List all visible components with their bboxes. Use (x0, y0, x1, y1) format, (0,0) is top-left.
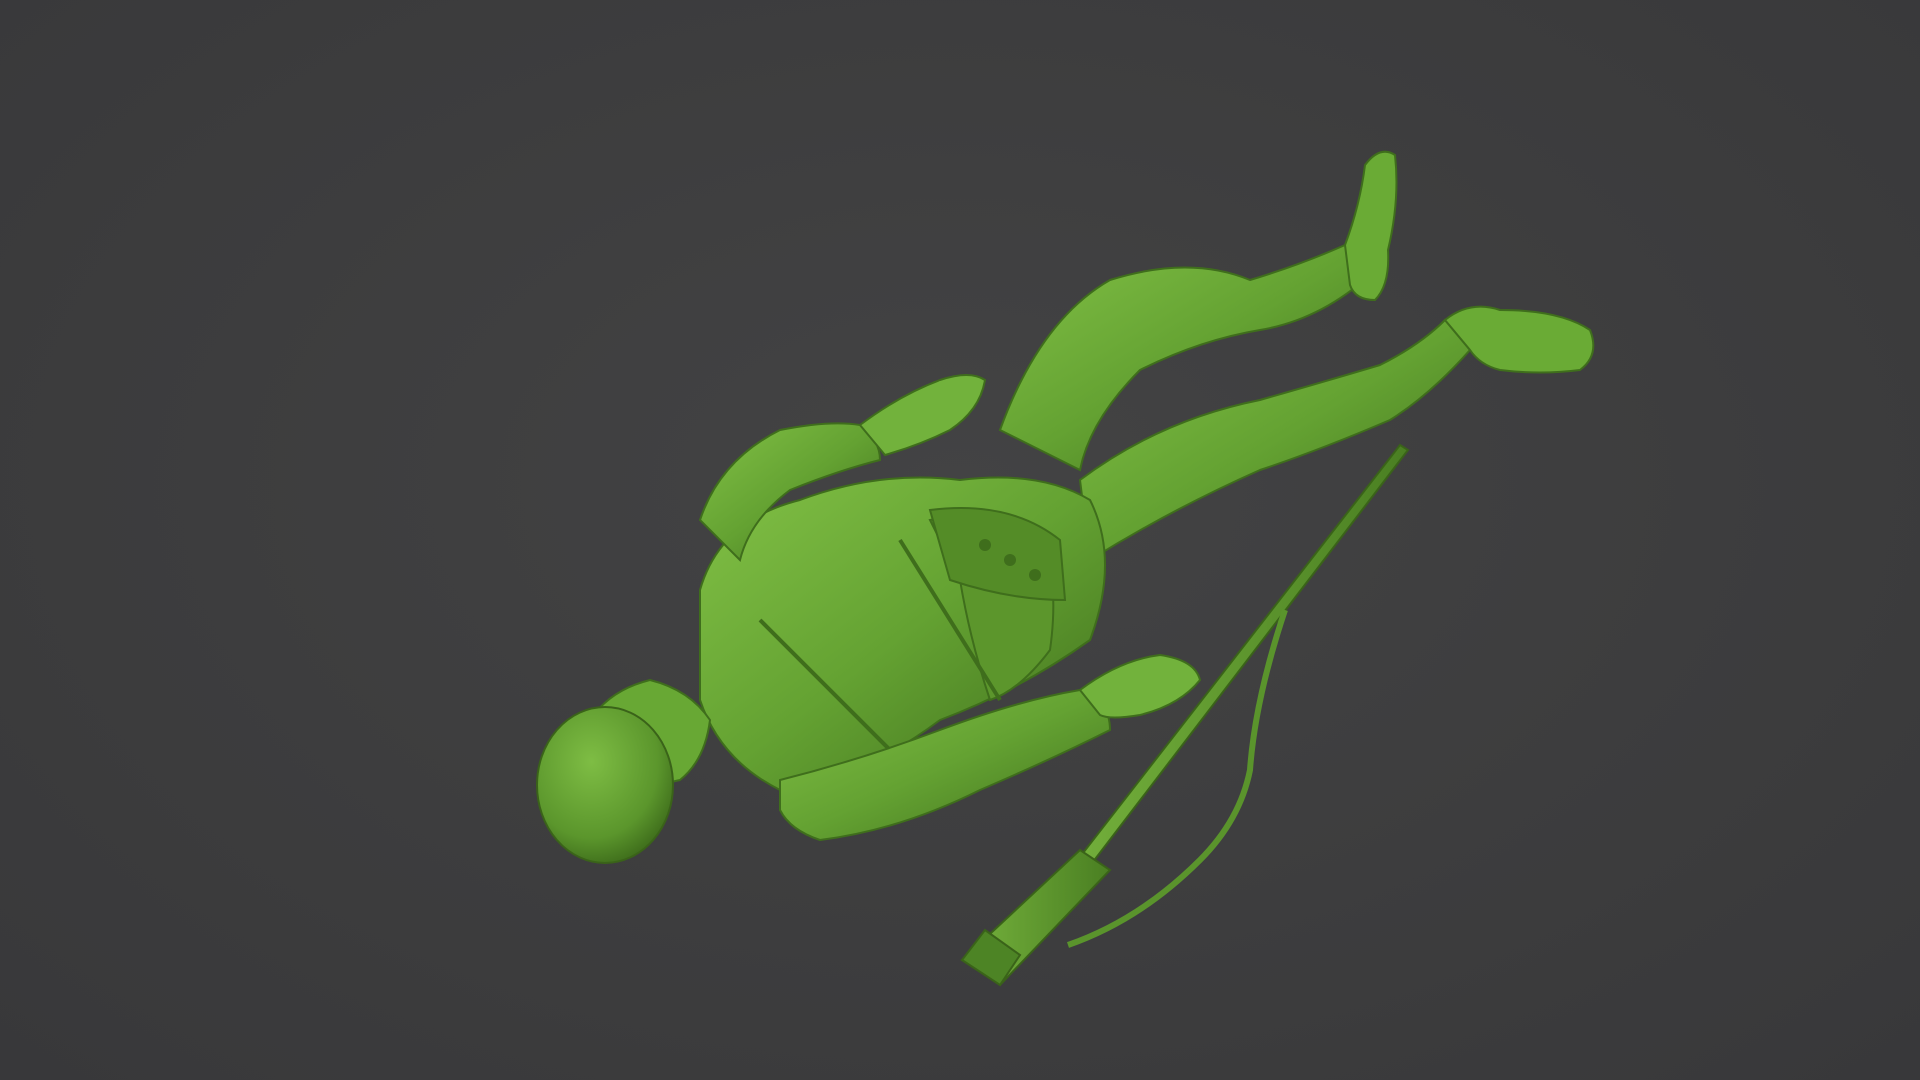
head (536, 678, 712, 864)
helmet (536, 706, 674, 864)
3d-viewport[interactable] (0, 0, 1920, 1080)
soldier-model[interactable] (0, 0, 1920, 1080)
